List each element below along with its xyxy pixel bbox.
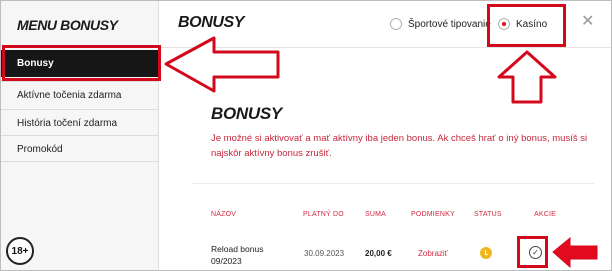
age-restriction-badge: 18+ — [6, 237, 34, 265]
sidebar-item-free-spins-history[interactable]: História točení zdarma — [1, 109, 159, 136]
info-text: Je možné si aktivovať a mať aktívny iba … — [211, 133, 588, 159]
option-sports-betting[interactable]: Športové tipovanie — [390, 18, 491, 30]
column-header-amount: SUMA — [365, 211, 387, 218]
sidebar-item-promocode[interactable]: Promokód — [1, 135, 159, 162]
column-header-name: NÁZOV — [211, 211, 237, 218]
column-header-status: STATUS — [474, 211, 502, 218]
bonus-name: Reload bonus 09/2023 — [211, 244, 264, 266]
column-header-valid-to: PLATNÝ DO — [303, 211, 344, 218]
radio-unchecked-icon[interactable] — [390, 18, 402, 30]
close-icon[interactable]: ✕ — [581, 14, 594, 30]
bonus-sidebar: MENU BONUSY Bonusy Aktívne točenia zdarm… — [1, 1, 159, 270]
bonus-valid-to: 30.09.2023 — [304, 249, 345, 258]
sidebar-item-label: Aktívne točenia zdarma — [17, 89, 122, 101]
sidebar-item-label: História točení zdarma — [17, 117, 118, 129]
sidebar-item-label: Promokód — [17, 143, 63, 155]
highlight-box-action — [517, 236, 548, 268]
section-divider — [192, 183, 594, 184]
page-title: BONUSY — [178, 14, 245, 31]
section-title: BONUSY — [211, 104, 282, 123]
highlight-box-bonusy — [2, 45, 161, 81]
option-label: Športové tipovanie — [408, 18, 491, 30]
sidebar-divider — [1, 161, 159, 162]
sidebar-item-active-free-spins[interactable]: Aktívne točenia zdarma — [1, 81, 159, 108]
header-divider — [160, 47, 611, 48]
highlight-box-casino — [487, 4, 566, 47]
column-header-conditions: PODMIENKY — [411, 211, 455, 218]
show-conditions-link[interactable]: Zobraziť — [418, 249, 448, 258]
bonus-amount: 20,00 € — [365, 249, 392, 258]
sidebar-title: MENU BONUSY — [17, 17, 118, 33]
column-header-actions: AKCIE — [534, 211, 557, 218]
clock-icon — [480, 247, 492, 259]
